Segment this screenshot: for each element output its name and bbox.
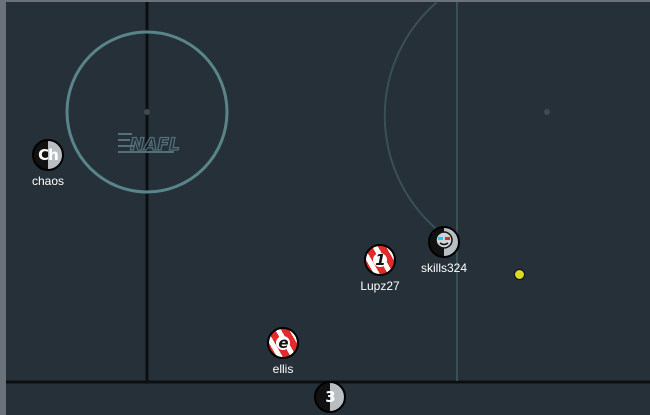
player-name: ellis [272, 362, 294, 376]
player-token[interactable]: 3 [314, 381, 346, 413]
player-emoji-icon [434, 230, 454, 255]
ball [514, 269, 525, 280]
player-token[interactable]: e [267, 327, 299, 359]
player-avatar: 3 [325, 388, 335, 406]
player-name: Lupz27 [360, 279, 400, 293]
pitch: NAFL [0, 0, 650, 415]
player-token[interactable] [428, 226, 460, 258]
game-stage: NAFL Ch chaos skills324 1 Lupz27 e ellis… [0, 0, 650, 415]
player-name: skills324 [420, 261, 468, 275]
player-avatar: Ch [38, 146, 59, 164]
player-token[interactable]: 1 [364, 244, 396, 276]
player-name: chaos [31, 174, 65, 188]
center-spot [544, 109, 550, 115]
logo-text: NAFL [130, 135, 180, 155]
player-avatar: e [278, 334, 288, 352]
left-circle-spot [144, 109, 150, 115]
player-token[interactable]: Ch [32, 139, 64, 171]
player-avatar: 1 [375, 251, 385, 269]
pitch-surface [6, 2, 650, 381]
